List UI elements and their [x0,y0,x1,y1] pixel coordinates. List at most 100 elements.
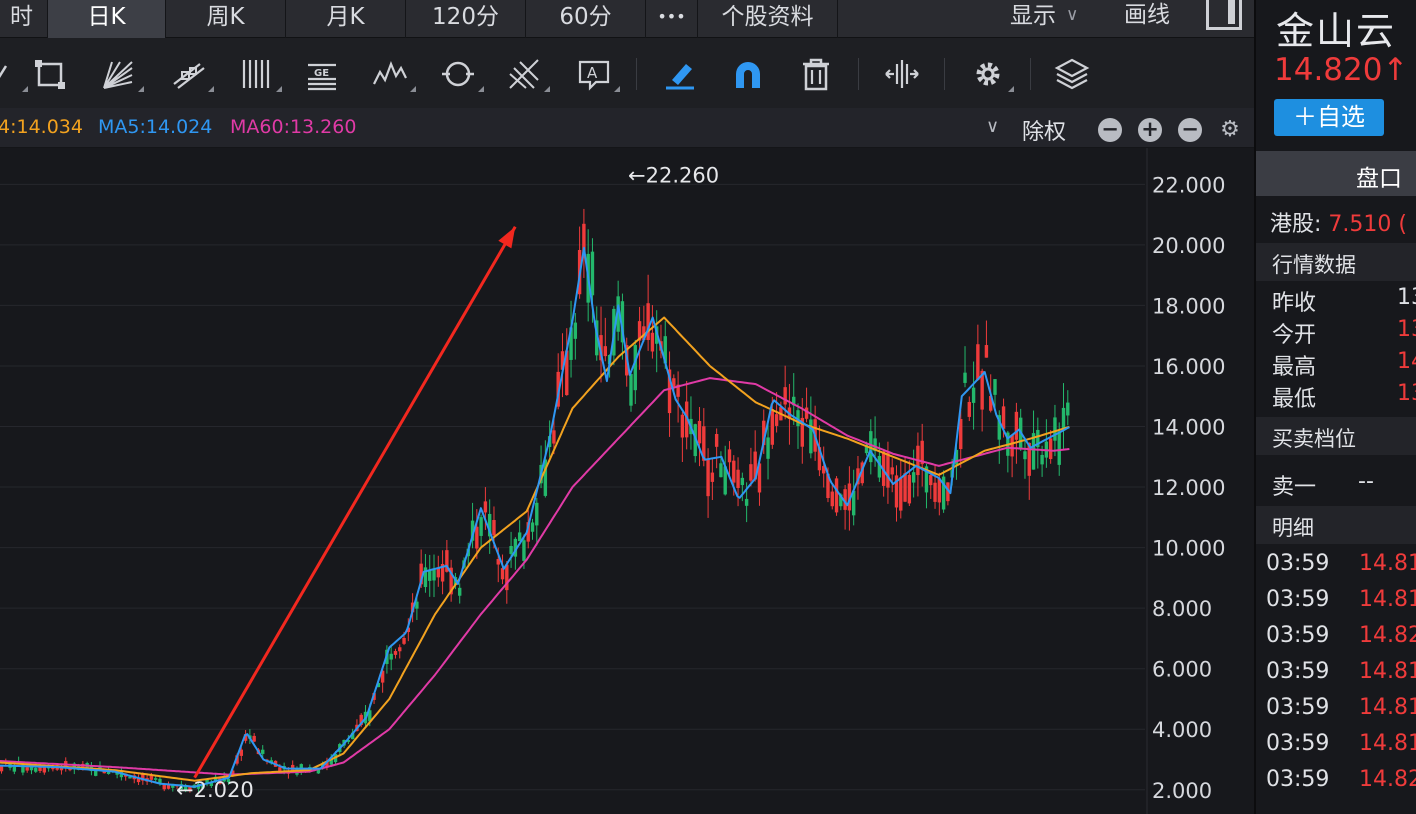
row-low: 最低 13 [1272,381,1416,413]
add-watchlist-button[interactable]: ＋自选 [1274,99,1384,136]
cycle-tool-icon[interactable] [440,56,484,92]
candle-body [706,458,710,497]
toolbar-divider [944,58,945,90]
candle-body [629,374,633,406]
layers-icon[interactable] [1054,56,1090,92]
kline-chart[interactable]: ←22.260 ←2.020 22.000 20.000 18.000 16.000 14… [0,148,1254,814]
tab-monthly-k[interactable]: 月K [286,0,406,38]
chart-grid [0,148,1148,814]
y-tick-label: 20.000 [1152,234,1225,258]
section-order-levels: 买卖档位 [1256,417,1416,455]
candle-body [393,651,398,655]
candle-body [899,477,903,511]
trend-arrow-line [193,225,517,779]
candle-body [976,344,980,381]
candle-body [830,491,834,507]
candle-body [783,387,787,405]
ma-legend-ma20: 4:14.034 [0,116,83,138]
candle-body [1023,451,1027,460]
rectangle-tool-icon[interactable] [32,56,68,92]
tick-time: 03:59 [1266,623,1330,648]
tick-row: 03:59 14.82 [1266,623,1416,648]
candle-body [749,464,753,481]
candle-body [834,478,839,513]
tab-company-profile[interactable]: 个股资料 [698,0,838,38]
candle-body [680,414,685,438]
candle-body [929,475,933,486]
channel-tool-icon[interactable] [170,56,214,92]
y-tick-label: 6.000 [1152,658,1212,682]
toolbar-divider [858,58,859,90]
candle-body [479,517,483,536]
magnet-icon[interactable] [730,56,766,92]
candle-body [1057,431,1061,465]
display-menu[interactable]: 显示 ∨ [1010,0,1078,38]
gann-tool-icon[interactable]: GE [304,56,340,92]
candle-body [1048,438,1053,460]
candle-body [984,345,989,358]
candle-body [732,460,736,483]
vertical-lines-tool-icon[interactable] [238,56,282,92]
candle-body [153,778,158,780]
low-price-label: ←2.020 [176,778,254,802]
draw-lines-button[interactable]: 画线 [1124,0,1170,38]
candle-body [1010,434,1014,457]
tab-label: 时 [10,4,33,30]
ma60-line [0,377,1070,776]
tab-weekly-k[interactable]: 周K [166,0,286,38]
row-value: 13 [1397,285,1416,310]
row-value: 13 [1397,381,1416,406]
y-tick-label: 4.000 [1152,718,1212,742]
adjust-mode-selector[interactable]: 除权 [1022,114,1066,146]
fan-tool-icon[interactable] [100,56,144,92]
ma5-line [0,246,1070,788]
highlight-pen-icon[interactable] [662,56,698,92]
y-tick-label: 18.000 [1152,294,1225,318]
candle-body [522,540,526,561]
tab-120min[interactable]: 120分 [406,0,526,38]
row-value: 13 [1397,317,1416,342]
tick-row: 03:59 14.81 [1266,695,1416,720]
candle-body [573,322,578,339]
line-tool-icon[interactable] [0,56,28,92]
section-market-data: 行情数据 [1256,243,1416,281]
quote-panel: 金山云 14.820↑ ＋自选 盘口 港股: 7.510 ( 行情数据 昨收 13… [1254,0,1416,814]
tab-more[interactable]: ••• [646,0,698,38]
tab-daily-k[interactable]: 日K [48,0,166,38]
candle-body [34,767,38,772]
wave-tool-icon[interactable] [372,56,416,92]
tick-row: 03:59 14.81 [1266,731,1416,756]
tick-time: 03:59 [1266,767,1330,792]
candle-body [149,775,154,780]
remove-indicator-icon[interactable]: − [1178,118,1202,142]
candle-body [933,482,937,502]
chevron-down-icon[interactable]: ∨ [986,116,999,137]
panel-toggle-icon[interactable] [1206,0,1242,30]
tab-intraday[interactable]: 时 [0,0,48,38]
tab-60min[interactable]: 60分 [526,0,646,38]
row-label: 今开 [1272,323,1317,348]
zoom-in-icon[interactable]: + [1138,118,1162,142]
gear-icon[interactable]: ⚙ [1218,118,1242,142]
text-tool-icon[interactable]: A [576,56,620,92]
candle-body [261,749,265,754]
split-view-icon[interactable] [884,56,920,92]
ma-legend-ma5: MA5:14.024 [98,116,213,138]
settings-icon[interactable] [970,56,1014,92]
section-order-levels-title: 买卖档位 [1272,427,1356,451]
candle-body [719,463,723,478]
trash-icon[interactable] [798,56,834,92]
candle-body [770,409,775,445]
fork-tool-icon[interactable] [506,56,550,92]
candle-body [809,419,813,454]
candle-body [530,522,535,532]
y-tick-label: 16.000 [1152,355,1225,379]
zoom-out-icon[interactable]: − [1098,118,1122,142]
candle-body [1066,402,1070,416]
candle-body [402,637,406,644]
hk-label: 港股: [1270,212,1322,237]
tab-order-book[interactable]: 盘口 [1256,151,1416,196]
row-high: 最高 14 [1272,349,1416,381]
tick-time: 03:59 [1266,731,1330,756]
candle-body [766,437,770,459]
